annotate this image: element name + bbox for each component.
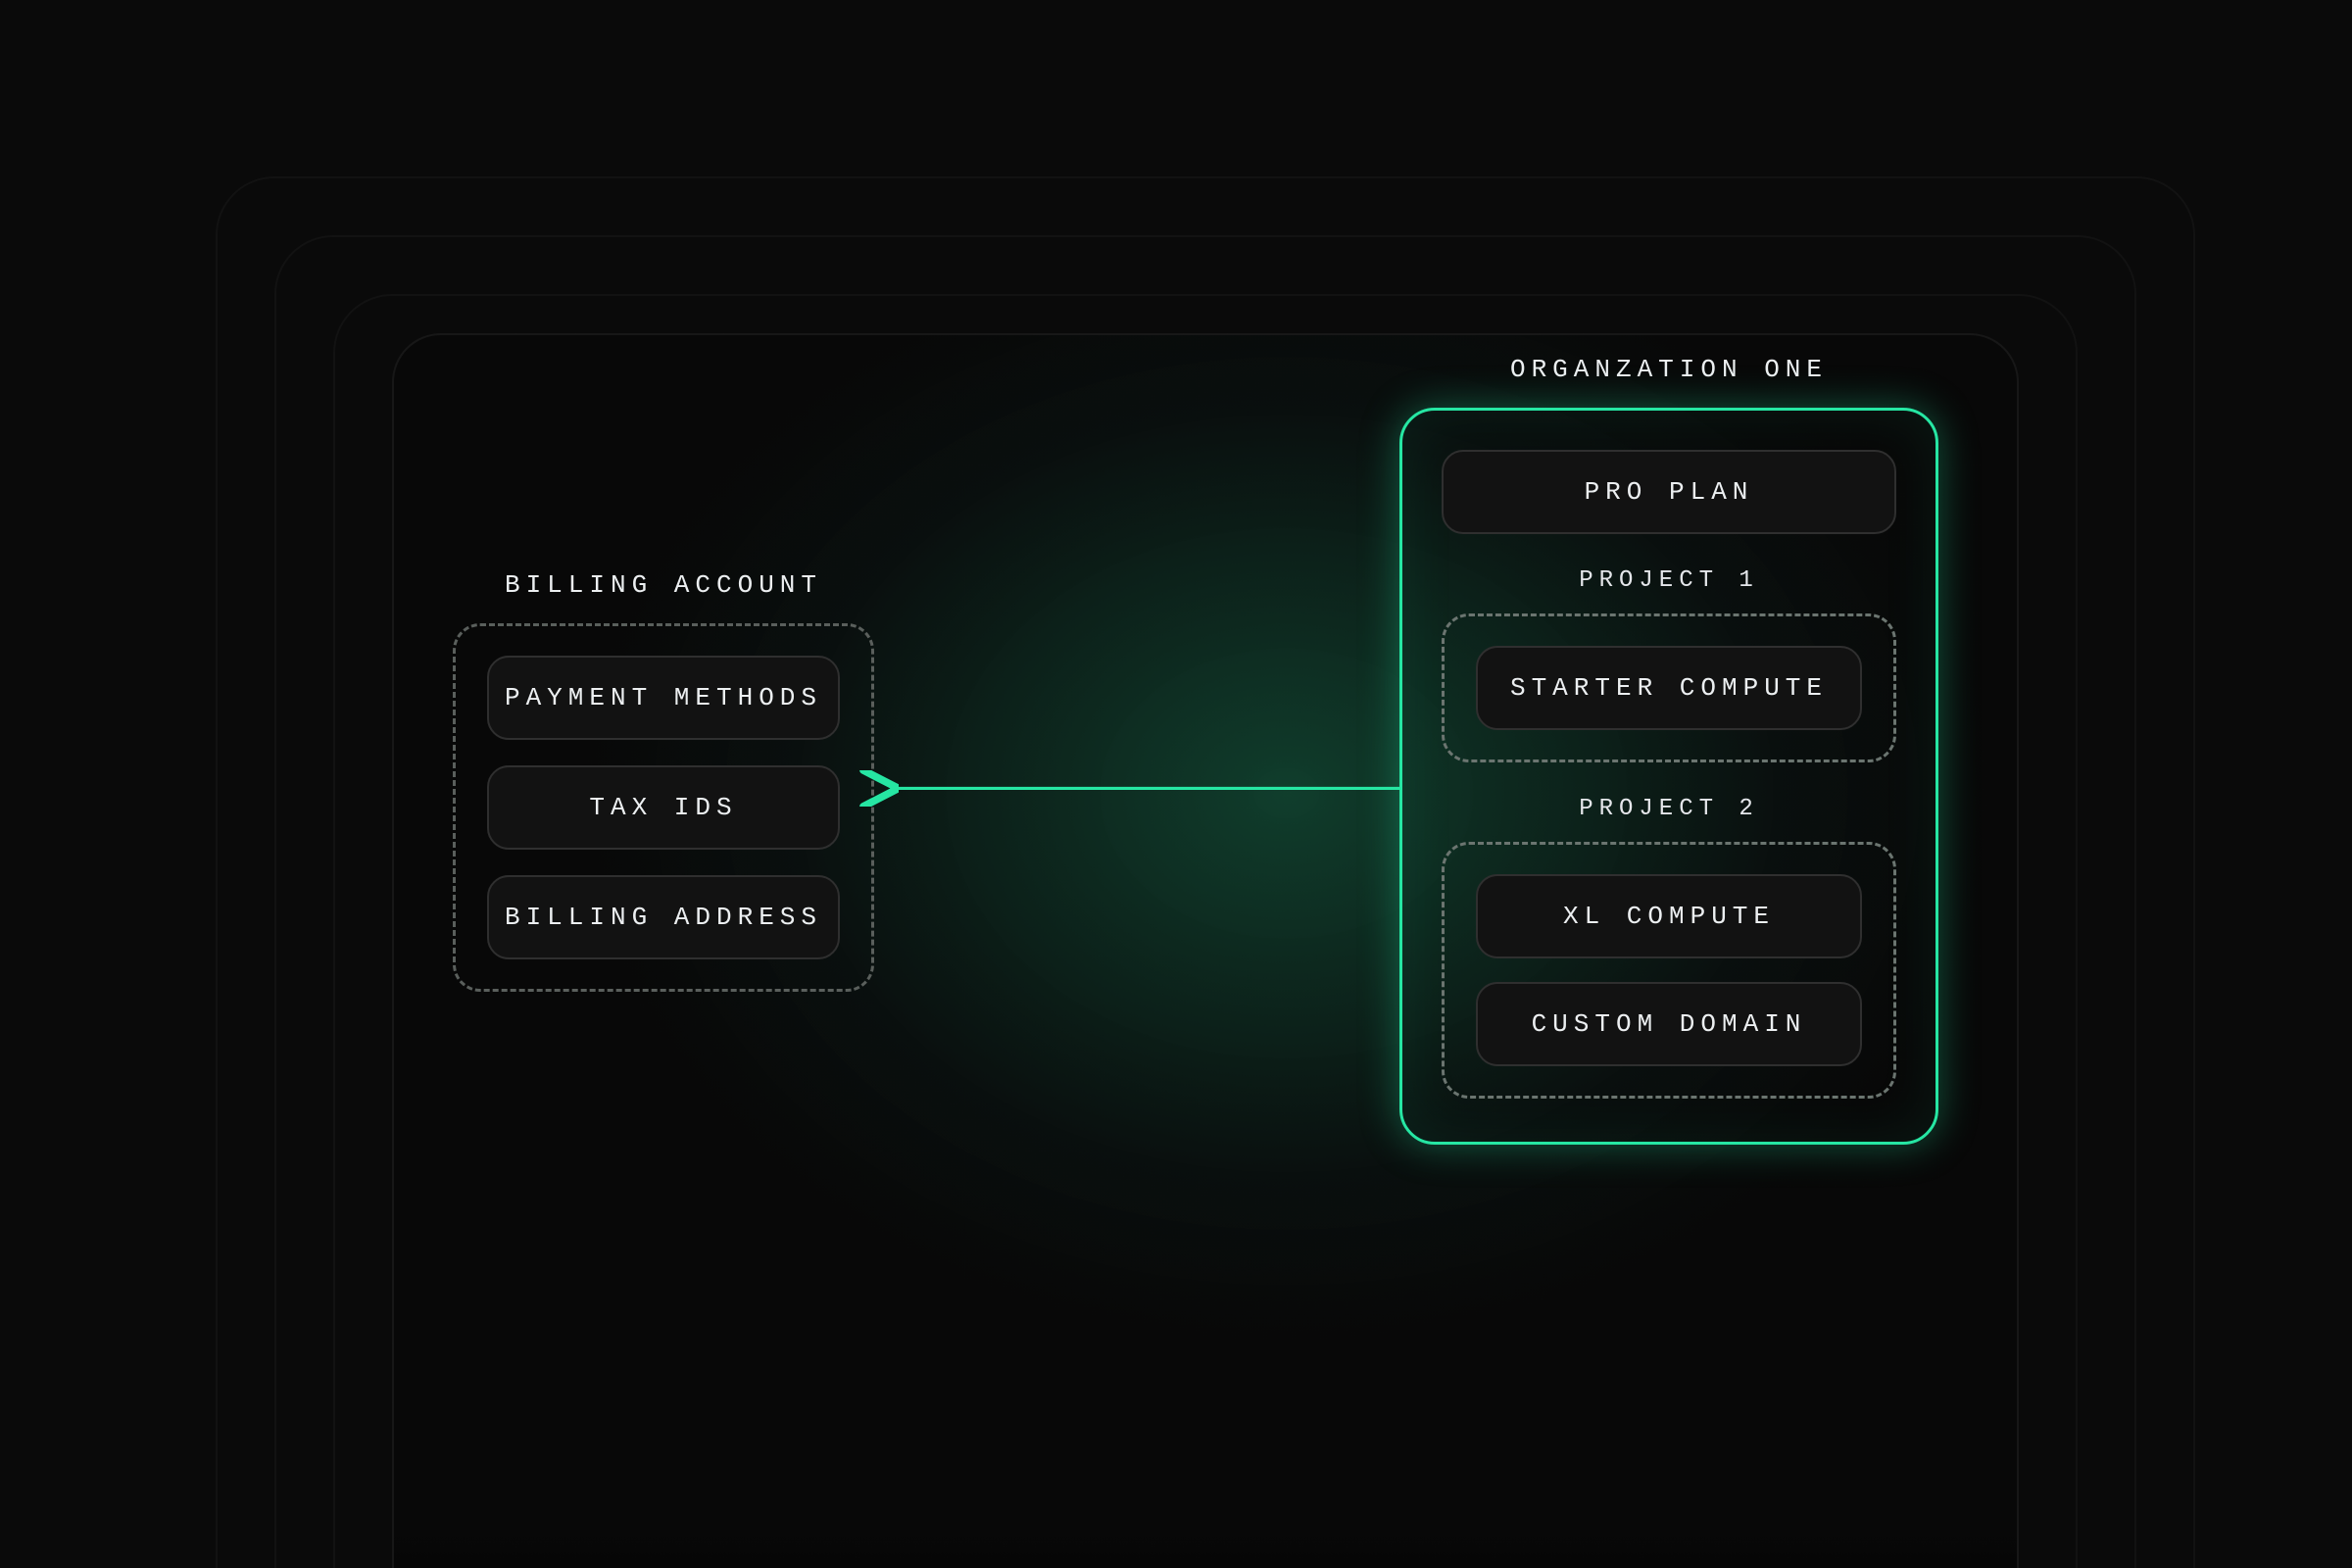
project-2-group: PROJECT 2 XL COMPUTE CUSTOM DOMAIN [1442, 796, 1896, 1099]
billing-account-box: PAYMENT METHODS TAX IDS BILLING ADDRESS [453, 623, 874, 992]
organization-box: PRO PLAN PROJECT 1 STARTER COMPUTE PROJE… [1399, 408, 1938, 1145]
project-1-item-starter-compute: STARTER COMPUTE [1476, 646, 1862, 730]
project-1-group: PROJECT 1 STARTER COMPUTE [1442, 567, 1896, 762]
billing-account-title: BILLING ACCOUNT [505, 570, 822, 600]
project-2-item-custom-domain: CUSTOM DOMAIN [1476, 982, 1862, 1066]
billing-item-billing-address: BILLING ADDRESS [487, 875, 840, 959]
billing-item-tax-ids: TAX IDS [487, 765, 840, 850]
billing-account-group: BILLING ACCOUNT PAYMENT METHODS TAX IDS … [453, 570, 874, 992]
billing-item-payment-methods: PAYMENT METHODS [487, 656, 840, 740]
project-2-title: PROJECT 2 [1442, 796, 1896, 822]
main-panel: BILLING ACCOUNT PAYMENT METHODS TAX IDS … [392, 333, 2019, 1568]
organization-group: ORGANZATION ONE PRO PLAN PROJECT 1 START… [1399, 355, 1938, 1145]
project-1-title: PROJECT 1 [1442, 567, 1896, 594]
diagram-stage: BILLING ACCOUNT PAYMENT METHODS TAX IDS … [0, 0, 2352, 1568]
organization-title: ORGANZATION ONE [1510, 355, 1828, 384]
project-2-box: XL COMPUTE CUSTOM DOMAIN [1442, 842, 1896, 1099]
organization-plan: PRO PLAN [1442, 450, 1896, 534]
project-2-item-xl-compute: XL COMPUTE [1476, 874, 1862, 958]
project-1-box: STARTER COMPUTE [1442, 613, 1896, 762]
